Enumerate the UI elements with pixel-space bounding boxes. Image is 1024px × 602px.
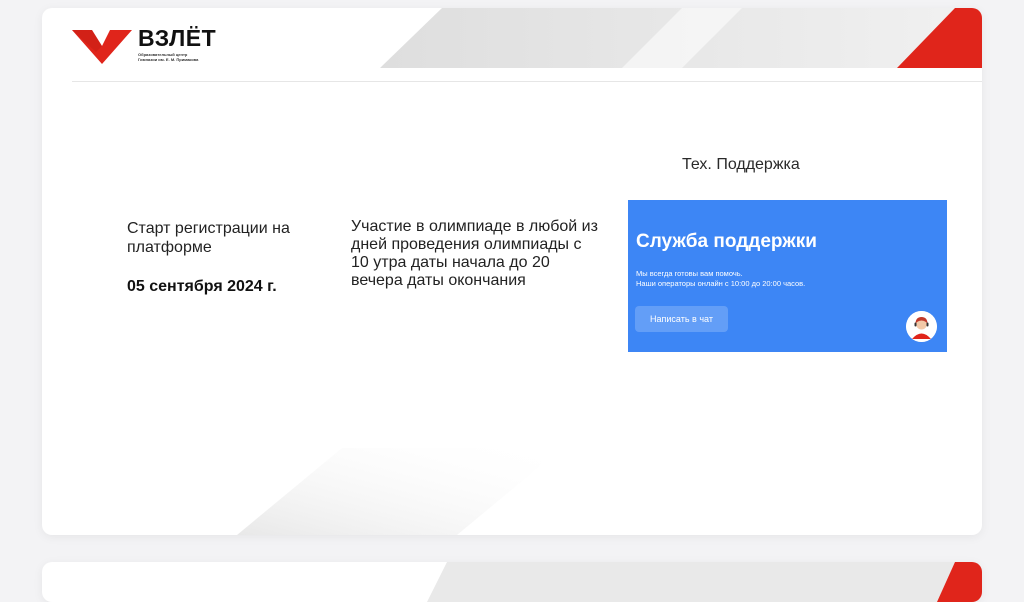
support-widget-line2: Наши операторы онлайн с 10:00 до 20:00 ч… [636,279,806,288]
brand-subtitle-line2: Гимназии им. Е. М. Примакова [138,57,199,62]
support-heading: Тех. Поддержка [682,156,800,173]
support-widget-title: Служба поддержки [636,231,817,252]
operator-avatar-icon [906,311,937,342]
support-widget: Служба поддержки Мы всегда готовы вам по… [628,200,947,352]
write-to-chat-button[interactable]: Написать в чат [635,306,728,332]
brand-logo: ВЗЛЁТ Образовательный центр Гимназии им.… [72,26,248,64]
operator-avatar[interactable] [906,311,937,342]
brand-name: ВЗЛЁТ [138,25,217,51]
registration-label: Старт регистрации на платформе [127,220,290,256]
next-card [42,562,982,602]
support-widget-text: Мы всегда готовы вам помочь. Наши операт… [636,269,805,289]
header-divider [72,81,982,82]
event-card: ВЗЛЁТ Образовательный центр Гимназии им.… [42,8,982,535]
v-checkmark-logo-icon [72,30,132,64]
participation-info: Участие в олимпиаде в любой из дней пров… [351,218,598,289]
brand-subtitle: Образовательный центр Гимназии им. Е. М.… [138,52,248,62]
support-widget-line1: Мы всегда готовы вам помочь. [636,269,743,278]
registration-date: 05 сентября 2024 г. [127,278,277,295]
next-card-decoration [427,562,982,602]
